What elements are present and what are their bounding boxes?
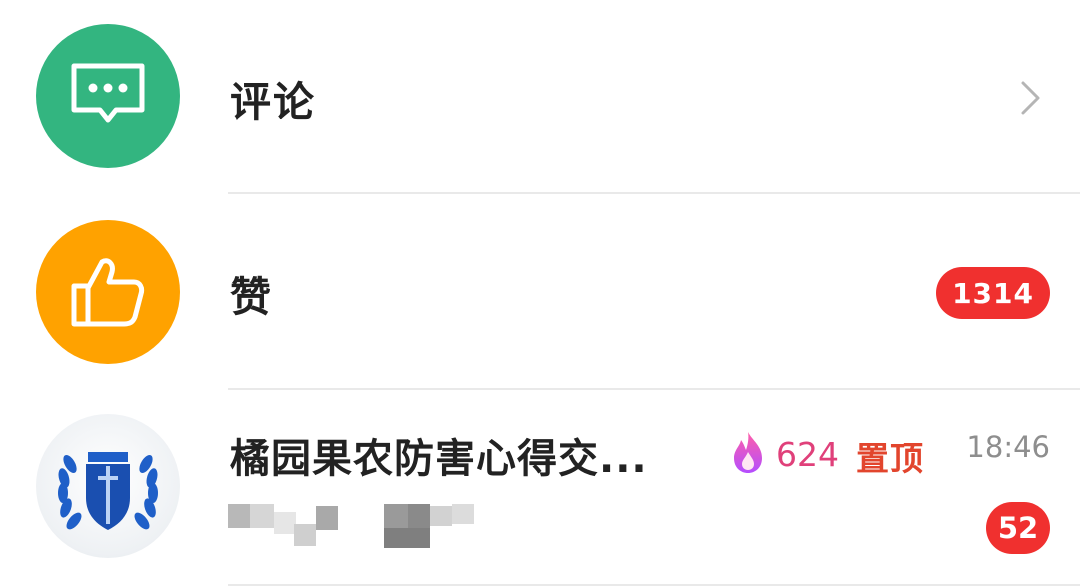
flame-icon [728,430,768,478]
group-avatar[interactable] [36,414,180,558]
divider [228,584,1080,586]
group-name: 橘园果农防害心得交... [230,436,648,482]
group-chat-row[interactable]: 橘园果农防害心得交... 624 置顶 18:46 52 [0,390,1080,588]
thumbs-up-icon [36,220,180,364]
hot-indicator: 624 [728,430,839,478]
chevron-right-icon [1020,80,1042,120]
message-preview-blurred [228,500,478,550]
likes-row[interactable]: 赞 1314 [0,195,1080,390]
comments-row[interactable]: 评论 [0,0,1080,194]
hot-count: 624 [776,434,839,474]
comments-title: 评论 [230,78,316,126]
likes-title: 赞 [230,273,273,321]
pinned-label: 置顶 [856,439,924,478]
unread-count-badge: 52 [986,502,1050,554]
message-time: 18:46 [966,430,1050,464]
likes-count-badge: 1314 [936,267,1050,319]
comment-bubble-icon [36,24,180,168]
divider [228,192,1080,194]
